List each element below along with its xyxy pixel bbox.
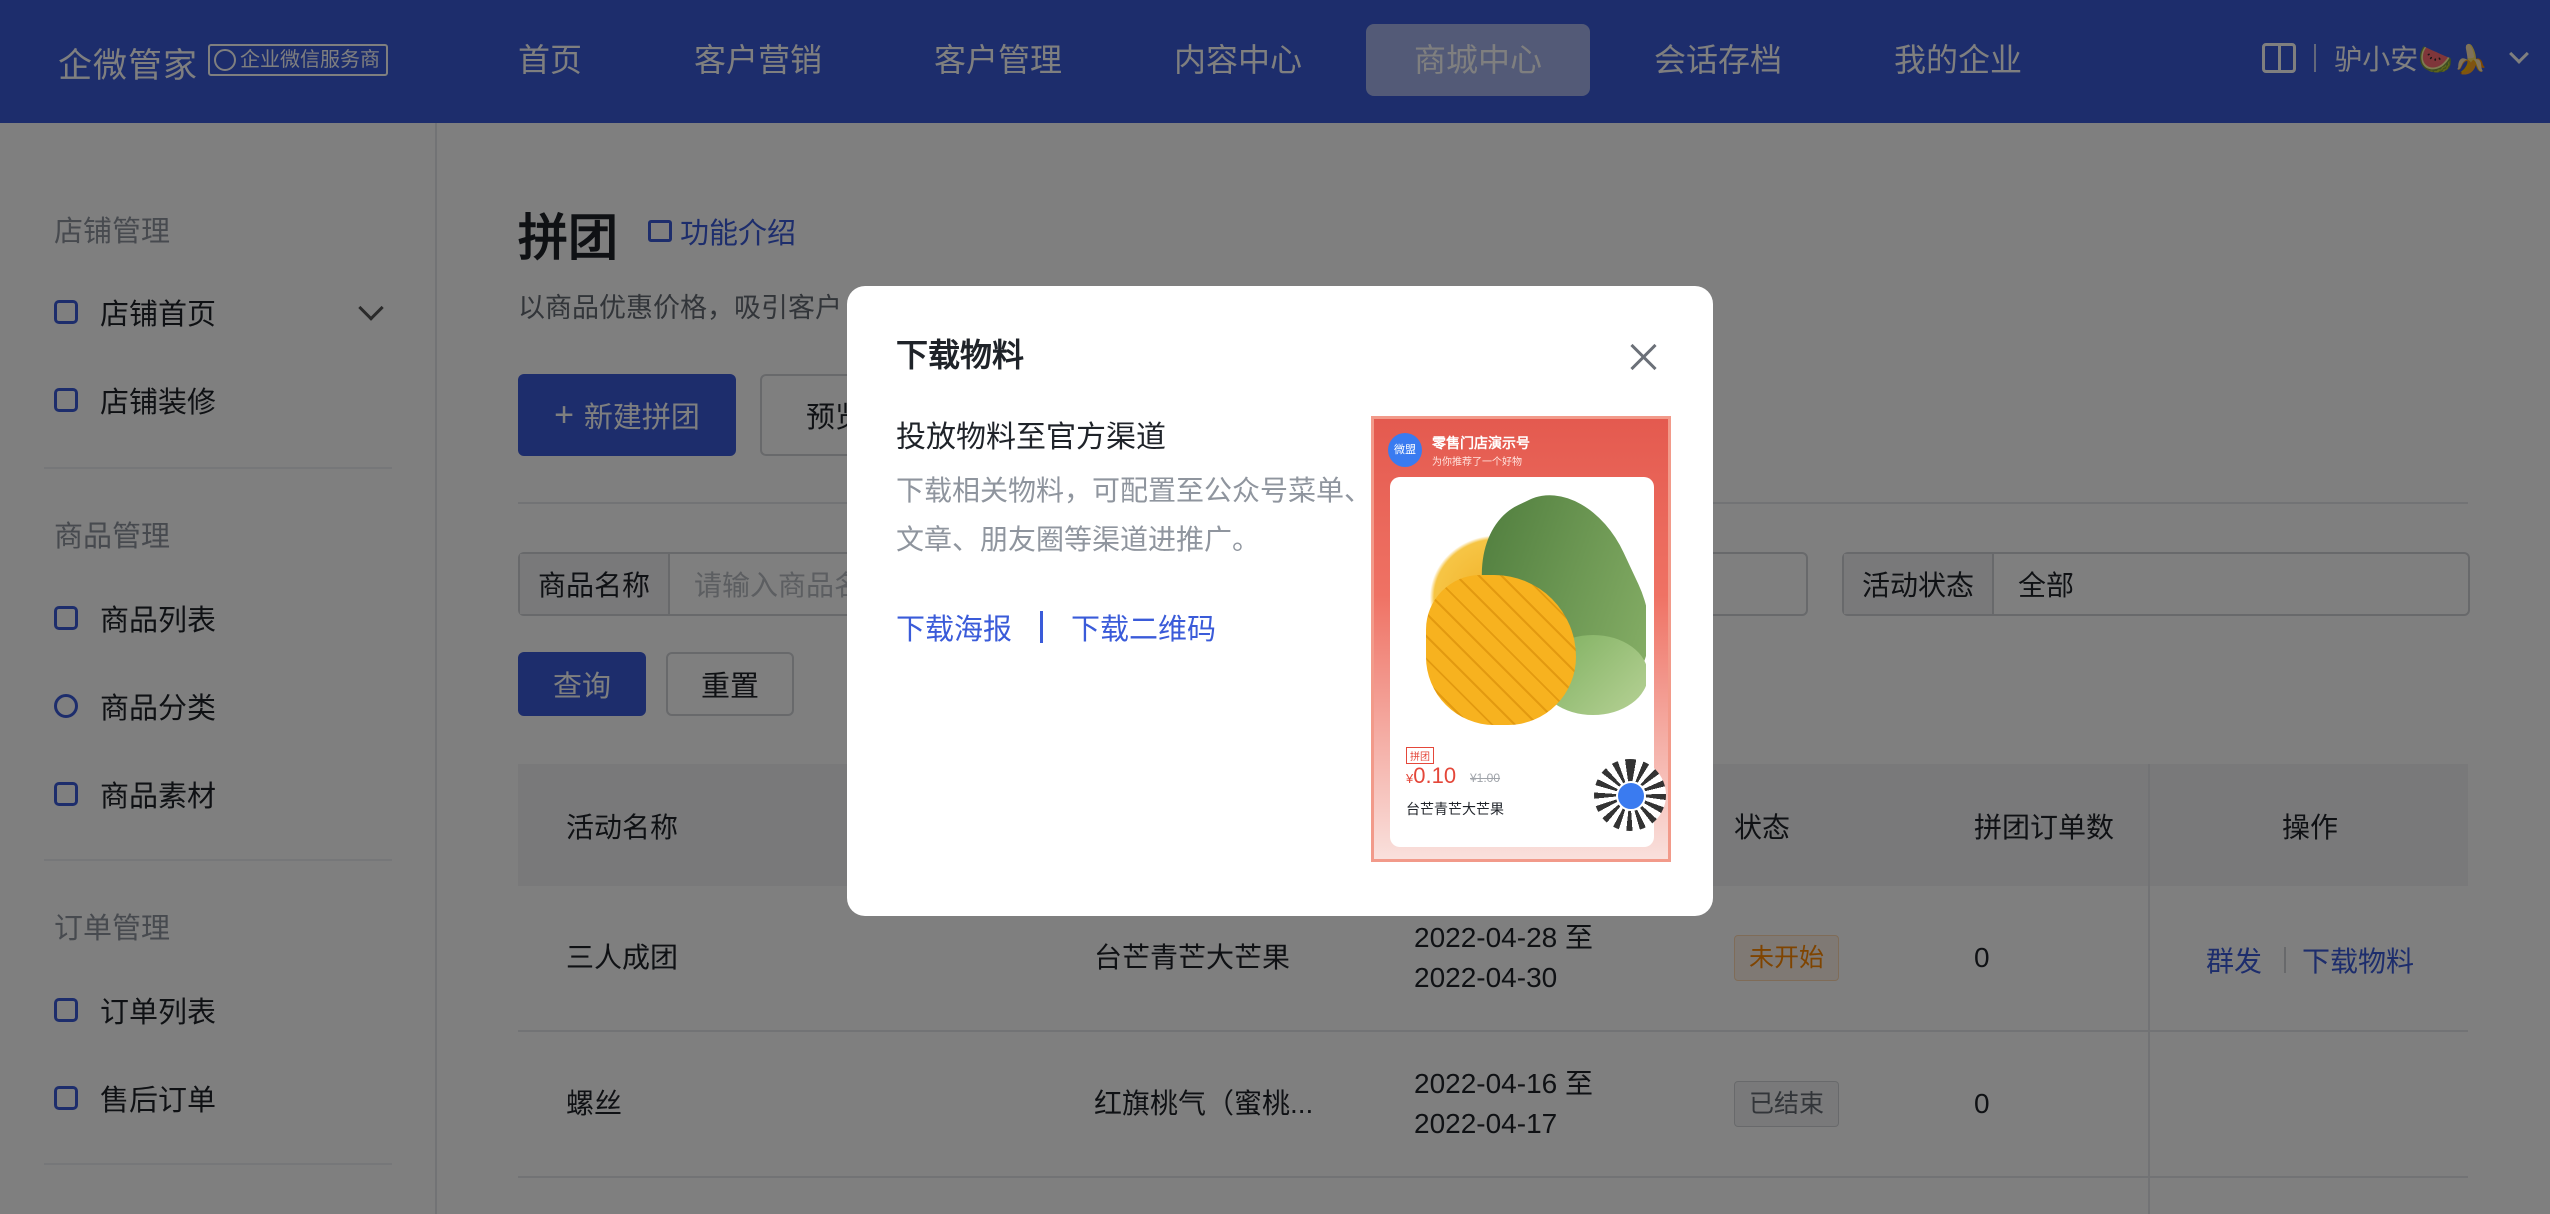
qrcode-logo — [1616, 781, 1646, 811]
divider — [1040, 611, 1044, 643]
poster-shop-name: 零售门店演示号 — [1432, 435, 1530, 451]
close-icon[interactable] — [1630, 343, 1658, 371]
download-poster-link[interactable]: 下载海报 — [896, 606, 1012, 648]
dialog-subtitle: 投放物料至官方渠道 — [896, 421, 1166, 454]
poster-old-price: ¥1.00 — [1470, 771, 1501, 785]
poster-preview: 微盟 零售门店演示号 为你推荐了一个好物 拼团 ¥0.10 ¥1.00 台芒青芒… — [1371, 416, 1671, 862]
poster-product-card: 拼团 ¥0.10 ¥1.00 台芒青芒大芒果 — [1390, 477, 1666, 847]
dialog-description: 下载相关物料，可配置至公众号菜单、文章、朋友圈等渠道进推广。 — [896, 475, 1373, 555]
mango-product-image — [1398, 485, 1646, 735]
price-value: 0.10 — [1413, 763, 1457, 788]
poster-product-name: 台芒青芒大芒果 — [1406, 801, 1504, 817]
download-links: 下载海报 下载二维码 — [896, 606, 1216, 648]
download-qrcode-link[interactable]: 下载二维码 — [1071, 606, 1216, 648]
shop-logo: 微盟 — [1388, 433, 1422, 467]
poster-price: ¥0.10 — [1406, 763, 1456, 789]
download-material-dialog: 下载物料 投放物料至官方渠道 下载相关物料，可配置至公众号菜单、文章、朋友圈等渠… — [847, 286, 1713, 916]
poster-recommend-text: 为你推荐了一个好物 — [1432, 457, 1522, 468]
dialog-title: 下载物料 — [896, 337, 1025, 373]
group-buy-tag: 拼团 — [1406, 747, 1434, 764]
